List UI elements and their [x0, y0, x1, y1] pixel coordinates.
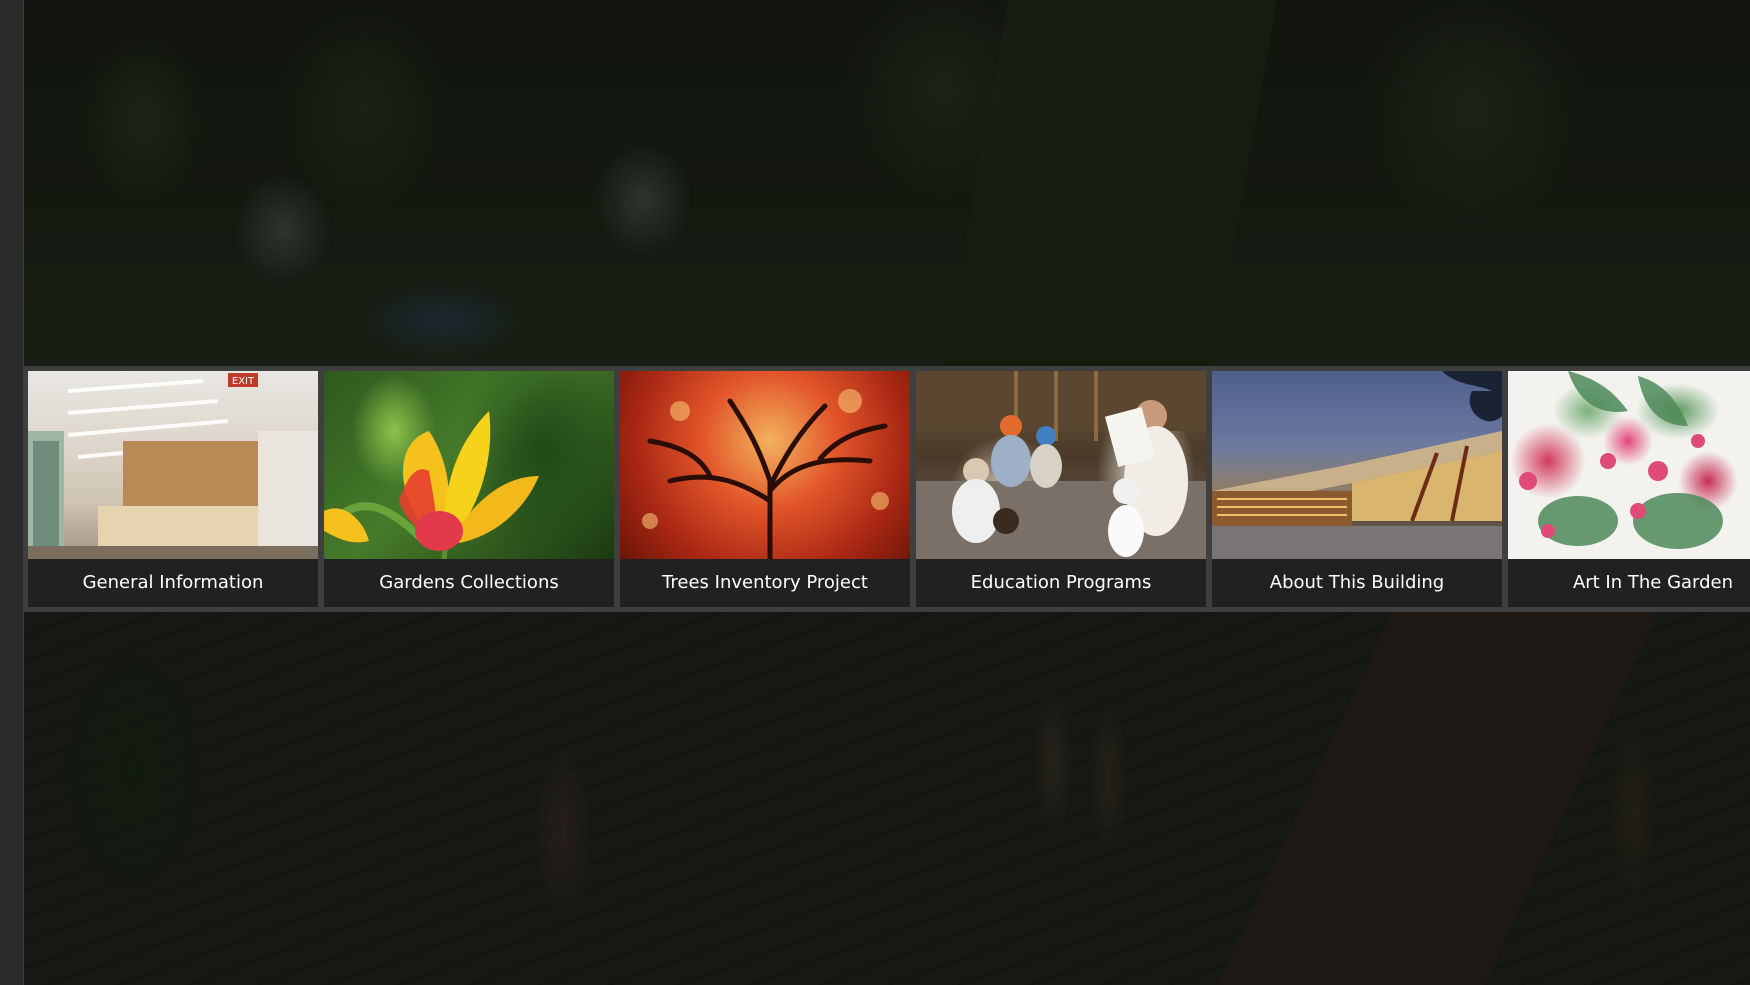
- tile-caption: Trees Inventory Project: [620, 559, 910, 607]
- tile-about-this-building[interactable]: About This Building: [1212, 371, 1502, 607]
- category-tile-strip: EXIT General Information Gardens Collect…: [23, 366, 1750, 612]
- art-in-the-garden-photo: [1508, 371, 1750, 559]
- tile-education-programs[interactable]: Education Programs: [916, 371, 1206, 607]
- tile-caption: About This Building: [1212, 559, 1502, 607]
- background-illustration-bottom: [23, 612, 1750, 985]
- app-window: EXIT General Information Gardens Collect…: [0, 0, 1750, 985]
- tile-caption: General Information: [28, 559, 318, 607]
- tile-caption: Art In The Garden: [1508, 559, 1750, 607]
- left-edge-rail: [0, 0, 24, 985]
- education-programs-photo: [916, 371, 1206, 559]
- tile-gardens-collections[interactable]: Gardens Collections: [324, 371, 614, 607]
- gardens-collections-photo: [324, 371, 614, 559]
- about-this-building-photo: [1212, 371, 1502, 559]
- tile-caption: Gardens Collections: [324, 559, 614, 607]
- exit-sign-text: EXIT: [232, 376, 255, 387]
- tile-trees-inventory-project[interactable]: Trees Inventory Project: [620, 371, 910, 607]
- tile-caption: Education Programs: [916, 559, 1206, 607]
- general-information-photo: EXIT: [28, 371, 318, 559]
- background-illustration-top: [23, 0, 1750, 366]
- tile-art-in-the-garden[interactable]: Art In The Garden: [1508, 371, 1750, 607]
- tile-general-information[interactable]: EXIT General Information: [28, 371, 318, 607]
- trees-inventory-photo: [620, 371, 910, 559]
- tile-row: EXIT General Information Gardens Collect…: [28, 371, 1750, 607]
